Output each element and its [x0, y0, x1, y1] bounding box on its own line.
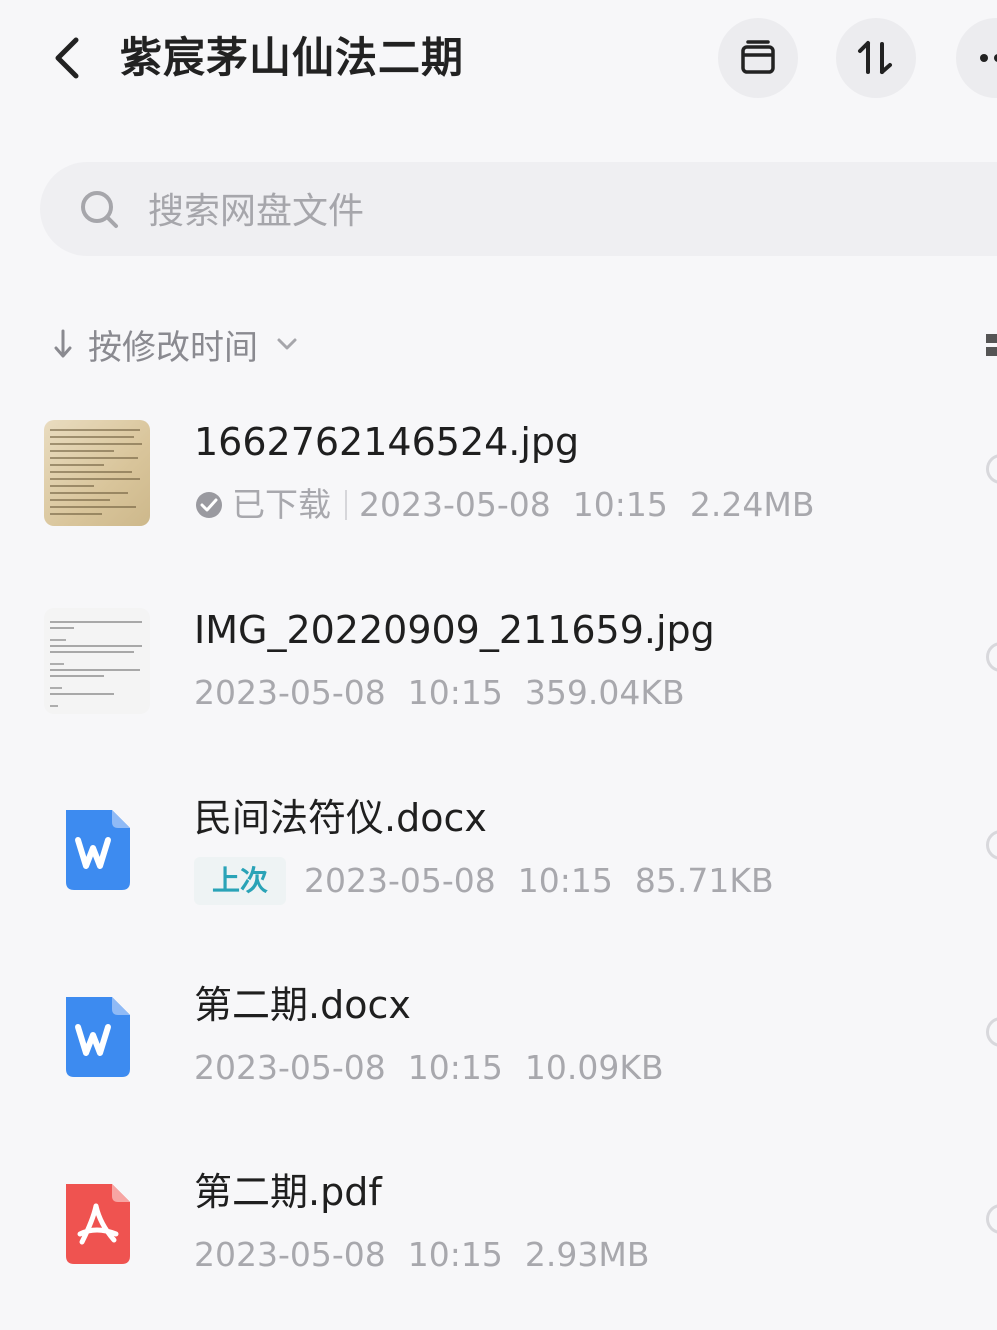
file-name: 第二期.pdf	[194, 1170, 382, 1214]
select-checkbox[interactable]	[986, 642, 997, 672]
arrow-down-icon	[54, 329, 72, 358]
archive-button[interactable]	[718, 18, 798, 98]
file-time: 10:15	[407, 1048, 503, 1087]
file-name: 民间法符仪.docx	[194, 796, 487, 840]
top-bar: 紫宸茅山仙法二期	[0, 0, 997, 120]
sort-label: 按修改时间	[88, 327, 258, 368]
select-checkbox[interactable]	[986, 830, 997, 860]
file-row[interactable]: IMG_20220909_211659.jpg 2023-05-08 10:15…	[0, 588, 997, 758]
file-size: 2.93MB	[524, 1235, 650, 1274]
file-date: 2023-05-08	[304, 861, 496, 900]
search-icon	[81, 191, 118, 228]
archive-icon	[741, 40, 775, 74]
file-size: 85.71KB	[634, 861, 774, 900]
file-size: 359.04KB	[524, 673, 685, 712]
file-meta: 2023-05-08 10:15 10.09KB	[194, 1043, 664, 1093]
file-name: 第二期.docx	[194, 983, 411, 1027]
file-time: 10:15	[572, 485, 668, 524]
pdf-icon	[66, 1184, 130, 1264]
select-checkbox[interactable]	[986, 454, 997, 484]
file-date: 2023-05-08	[194, 673, 386, 712]
file-date: 2023-05-08	[359, 485, 551, 524]
sort-selector[interactable]: 按修改时间	[52, 316, 298, 372]
file-meta: 2023-05-08 10:15 2.93MB	[194, 1230, 649, 1280]
file-name: IMG_20220909_211659.jpg	[194, 608, 715, 652]
file-row[interactable]: 第二期.pdf 2023-05-08 10:15 2.93MB	[0, 1150, 997, 1320]
downloaded-status: 已下载	[194, 480, 331, 530]
file-size: 2.24MB	[689, 485, 815, 524]
word-doc-icon	[66, 997, 130, 1077]
more-button[interactable]	[956, 18, 997, 98]
file-browser-page: 紫宸茅山仙法二期 搜索网盘文件 按修改时间 1662762146524.jpg …	[0, 0, 997, 1330]
recent-tag: 上次	[194, 857, 287, 905]
back-button[interactable]	[42, 30, 92, 86]
view-toggle-icon[interactable]	[984, 334, 997, 356]
file-row[interactable]: 1662762146524.jpg 已下载 2023-05-08 10:15 2…	[0, 400, 997, 570]
file-time: 10:15	[407, 673, 503, 712]
file-time: 10:15	[517, 861, 613, 900]
sort-updown-icon	[858, 41, 892, 74]
file-date: 2023-05-08	[194, 1048, 386, 1087]
more-icon	[980, 54, 997, 62]
file-name: 1662762146524.jpg	[194, 420, 580, 464]
file-time: 10:15	[407, 1235, 503, 1274]
downloaded-label: 已下载	[232, 485, 331, 524]
image-thumbnail	[44, 608, 150, 714]
file-size: 10.09KB	[524, 1048, 664, 1087]
sort-button[interactable]	[836, 18, 916, 98]
page-title: 紫宸茅山仙法二期	[120, 33, 465, 82]
file-meta: 上次 2023-05-08 10:15 85.71KB	[194, 856, 774, 906]
select-checkbox[interactable]	[986, 1204, 997, 1234]
search-input[interactable]	[146, 180, 850, 242]
image-thumbnail	[44, 420, 150, 526]
meta-divider	[345, 490, 347, 520]
file-meta: 2023-05-08 10:15 359.04KB	[194, 668, 685, 718]
select-checkbox[interactable]	[986, 1017, 997, 1047]
file-meta: 已下载 2023-05-08 10:15 2.24MB	[194, 480, 814, 530]
check-circle-icon	[196, 492, 222, 518]
word-doc-icon	[66, 810, 130, 890]
file-row[interactable]: 第二期.docx 2023-05-08 10:15 10.09KB	[0, 963, 997, 1133]
file-date: 2023-05-08	[194, 1235, 386, 1274]
chevron-left-icon	[55, 37, 79, 79]
file-row[interactable]: 民间法符仪.docx 上次 2023-05-08 10:15 85.71KB	[0, 776, 997, 946]
chevron-down-icon	[277, 338, 297, 350]
